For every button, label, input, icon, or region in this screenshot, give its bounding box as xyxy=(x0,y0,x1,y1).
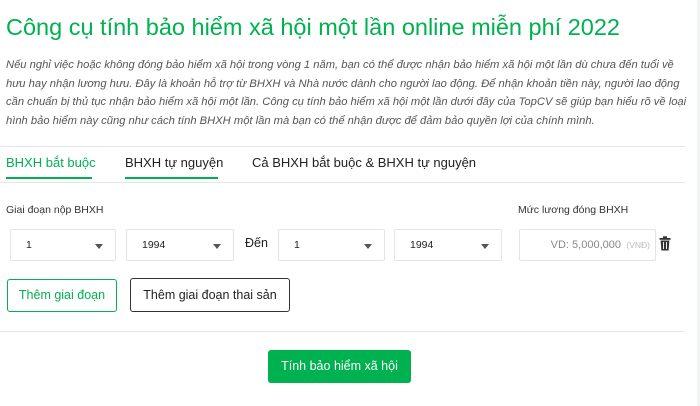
to-year-select[interactable]: 1994 xyxy=(394,229,502,261)
salary-unit: (VNĐ) xyxy=(626,240,650,250)
to-label: Đến xyxy=(245,236,268,250)
from-month-select[interactable]: 1 xyxy=(10,229,116,261)
to-year-value: 1994 xyxy=(410,239,434,251)
caret-down-icon xyxy=(364,244,372,249)
to-month-select[interactable]: 1 xyxy=(278,229,385,261)
tab-active-indicator xyxy=(125,177,218,179)
tab-active-indicator xyxy=(6,177,92,179)
intro-paragraph: Nếu nghỉ việc hoặc không đóng bảo hiểm x… xyxy=(6,59,687,127)
salary-placeholder: VD: 5,000,000 xyxy=(550,239,621,251)
from-month-value: 1 xyxy=(26,239,32,251)
page-title: Công cụ tính bảo hiểm xã hội một lần onl… xyxy=(6,14,621,40)
caret-down-icon xyxy=(95,244,103,249)
period-label: Giai đoạn nộp BHXH xyxy=(6,204,104,216)
salary-input[interactable]: VD: 5,000,000 (VNĐ) xyxy=(519,229,656,261)
caret-down-icon xyxy=(481,244,489,249)
divider xyxy=(0,182,685,183)
tab-ca-hai[interactable]: Cả BHXH bắt buộc & BHXH tự nguyện xyxy=(252,155,476,170)
tab-bhxh-tu-nguyen[interactable]: BHXH tự nguyện xyxy=(125,155,223,170)
insurance-type-tabs: BHXH bắt buộc BHXH tự nguyện Cả BHXH bắt… xyxy=(0,146,697,182)
calculator-card: Công cụ tính bảo hiểm xã hội một lần onl… xyxy=(0,0,697,406)
trash-icon[interactable] xyxy=(659,236,673,252)
salary-label: Mức lương đóng BHXH xyxy=(518,204,629,216)
from-year-value: 1994 xyxy=(142,239,166,251)
calculate-button[interactable]: Tính bảo hiểm xã hội xyxy=(268,350,411,383)
add-maternity-period-button[interactable]: Thêm giai đoạn thai sản xyxy=(130,278,290,312)
caret-down-icon xyxy=(213,244,221,249)
to-month-value: 1 xyxy=(294,239,300,251)
add-period-button[interactable]: Thêm giai đoạn xyxy=(7,279,117,312)
tab-bhxh-bat-buoc[interactable]: BHXH bắt buộc xyxy=(6,155,96,170)
from-year-select[interactable]: 1994 xyxy=(126,229,234,261)
divider xyxy=(0,331,685,332)
